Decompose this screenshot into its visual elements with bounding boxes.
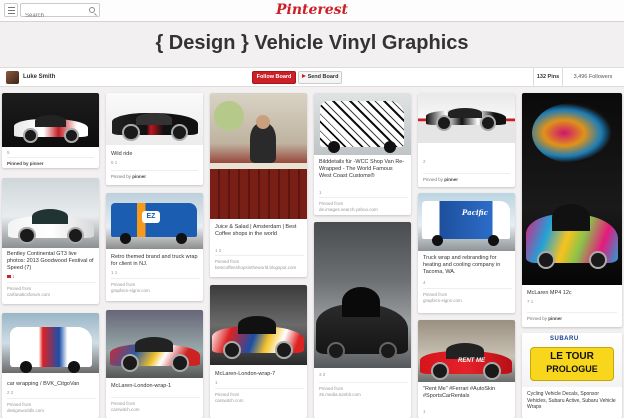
follow-board-button[interactable]: Follow Board [252,71,296,84]
pin-card[interactable]: McLaren MP4 12c 7 1 Pinned by pinner [522,93,622,327]
pin-stats: 1 [215,380,218,385]
pin-image[interactable] [314,93,411,155]
pinned-from: Pinned from designworldls.com [7,398,96,414]
pin-image[interactable] [522,93,622,285]
pin-stats: 5 [7,150,10,155]
rent-me-label: RENT ME [458,358,485,364]
board-owner-name[interactable]: Luke Smith [23,74,55,80]
pin-image[interactable] [210,93,307,219]
pinned-from: Pinned from carswitch.com [111,397,200,413]
followers-count[interactable]: 3,496 Followers [563,68,623,86]
pin-description: McLaren MP4 12c [527,290,572,296]
van-logo-label: Pacific [462,208,488,217]
pin-stats: 2 2 [7,390,14,395]
pin-card[interactable]: SUBARU LE TOUR PROLOGUE Cycling Vehicle … [522,333,622,418]
pin-image[interactable] [106,93,203,145]
banner-line-2: PROLOGUE [546,364,598,374]
pin-stats: 1 2 [215,248,222,253]
send-board-label: Send Board [307,74,339,80]
pin-stats: 4 [423,280,426,285]
pinned-from: Pinned from de.images.search.yahoo.com [319,197,408,213]
pin-description: Juice & Salad | Amsterdam | Best Coffee … [215,224,297,237]
board-info-bar: Luke Smith Follow Board Send Board 132 P… [0,67,624,87]
flag-icon [7,275,11,279]
pin-image[interactable]: RENT ME [418,320,515,382]
pin-card[interactable]: 3 2 Pinned from 25.media.tumblr.com [314,222,411,418]
pin-card[interactable]: EZ Retro themed brand and truck wrap for… [106,193,203,301]
pin-stats: 1 [319,190,322,195]
pin-card[interactable]: 5 Pinned by pinner [2,93,99,168]
pin-description: "Rent Me" #Ferrari #AutoSkin #SportsCarR… [423,386,496,399]
pin-card[interactable]: Wild ride 5 1 Pinned by pinner [106,93,203,185]
avatar[interactable] [6,71,19,84]
pin-card[interactable]: Juice & Salad | Amsterdam | Best Coffee … [210,93,307,277]
pinned-by: Pinned by pinner [423,173,511,182]
pinned-by: Pinned by pinner [111,170,199,179]
pin-card[interactable]: Bilddetails für -WCC Shop Van Re-Wrapped… [314,93,411,215]
pin-card[interactable]: car wrapping / BVK_CitgoVan 2 2 Pinned f… [2,313,99,418]
pin-image[interactable] [2,93,99,147]
pin-image[interactable] [106,310,203,378]
pinned-from: Pinned from carswitch.com [215,388,304,404]
pinned-from: Pinned from 25.media.tumblr.com [319,382,408,398]
pin-description: Bilddetails für -WCC Shop Van Re-Wrapped… [319,159,405,179]
pin-image[interactable] [314,222,411,368]
pin-description: Bentley Continental GT3 live photos: 201… [7,251,94,271]
pin-stats: 2 [423,159,426,164]
top-navigation-bar: Pinterest [0,0,624,22]
van-logo-label: EZ [142,211,160,223]
pinned-from: Pinned from carfanaticsforum.com [7,282,96,298]
pin-card[interactable]: McLaren-London-wrap-7 1 Pinned from carsw… [210,285,307,418]
pinned-by: Pinned by pinner [7,157,95,166]
banner-line-1: LE TOUR [550,351,594,362]
pin-image[interactable] [418,93,515,143]
pinned-by: Pinned by pinner [527,312,617,321]
pin-image[interactable] [2,313,99,373]
pin-image[interactable]: Pacific [418,193,515,251]
pin-card[interactable]: 2 Pinned by pinner [418,93,515,187]
pin-stats: 7 1 [527,299,534,304]
pin-description: Cycling Vehicle Decals, Sponsor Vehicles… [527,391,616,410]
pin-card[interactable]: Pacific Truck wrap and rebranding for he… [418,193,515,313]
pin-image[interactable] [210,285,307,365]
pin-description: car wrapping / BVK_CitgoVan [7,381,80,387]
send-board-button[interactable]: Send Board [298,71,342,84]
pin-card[interactable]: RENT ME "Rent Me" #Ferrari #AutoSkin #Sp… [418,320,515,418]
pin-stats: 5 1 [111,160,118,165]
pin-card[interactable]: Bentley Continental GT3 live photos: 201… [2,178,99,304]
pin-stats: 1 1 [111,270,118,275]
pin-stats: 1 [7,274,15,279]
pinned-from: Pinned from graphics-signs.com [423,288,512,304]
pins-count[interactable]: 132 Pins [533,68,563,86]
subaru-label: SUBARU [550,336,579,342]
pin-stats: 1 [423,409,426,414]
send-icon [301,74,306,78]
pin-stats: 3 2 [319,372,326,377]
pinterest-logo[interactable]: Pinterest [0,2,624,18]
pin-description: McLaren-London-wrap-7 [215,371,276,377]
pin-description: Wild ride [111,151,133,157]
pin-image[interactable]: EZ [106,193,203,249]
pin-image[interactable] [2,178,99,248]
pin-description: Truck wrap and rebranding for heating an… [423,255,501,275]
pin-image[interactable]: SUBARU LE TOUR PROLOGUE [522,333,622,387]
pin-description: Retro themed brand and truck wrap for cl… [111,254,198,267]
pin-card[interactable]: McLaren-London-wrap-1 Pinned from carswit… [106,310,203,418]
board-title: { Design } Vehicle Vinyl Graphics [155,32,469,54]
pinned-from: Pinned from bestcoffeeshopsintheworld.blo… [215,255,304,271]
pinned-from: Pinned from graphics-signs.com [111,278,200,294]
pin-description: McLaren-London-wrap-1 [111,383,172,389]
